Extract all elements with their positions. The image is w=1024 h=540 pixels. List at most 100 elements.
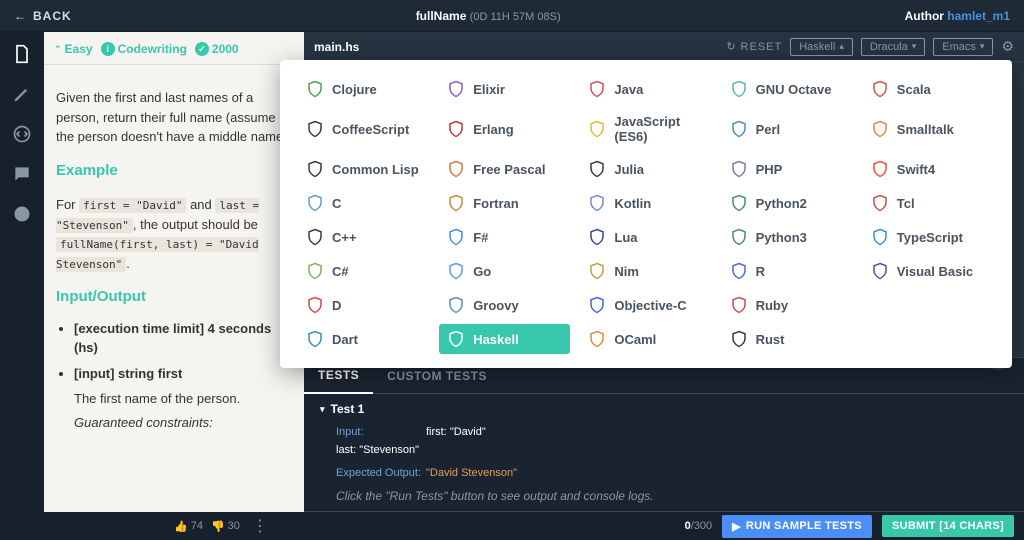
language-shield-icon: [730, 228, 748, 246]
language-label: Smalltalk: [897, 122, 954, 137]
language-shield-icon: [871, 262, 889, 280]
language-option[interactable]: Go: [439, 256, 570, 286]
language-option[interactable]: Rust: [722, 324, 853, 354]
run-tests-button[interactable]: ▶RUN SAMPLE TESTS: [722, 515, 872, 538]
language-shield-icon: [730, 330, 748, 348]
language-option[interactable]: Kotlin: [580, 188, 711, 218]
language-option[interactable]: D: [298, 290, 429, 320]
language-label: Groovy: [473, 298, 519, 313]
language-shield-icon: [306, 228, 324, 246]
info-icon[interactable]: [12, 204, 32, 224]
thumbs-up-icon: 👍: [174, 520, 188, 533]
chat-icon[interactable]: [12, 164, 32, 184]
language-option[interactable]: Dart: [298, 324, 429, 354]
language-option[interactable]: CoffeeScript: [298, 108, 429, 150]
problem-meta: ⌃Easy iCodewriting ✓2000: [44, 32, 304, 65]
language-shield-icon: [871, 120, 889, 138]
author-name[interactable]: hamlet_m1: [947, 9, 1010, 23]
more-menu[interactable]: ⋮: [248, 516, 272, 536]
language-label: Common Lisp: [332, 162, 419, 177]
language-shield-icon: [588, 194, 606, 212]
chevron-down-icon: ▾: [912, 41, 917, 52]
language-select[interactable]: Haskell▴: [790, 38, 853, 56]
gear-icon[interactable]: ⚙: [1001, 38, 1014, 55]
language-option[interactable]: TypeScript: [863, 222, 994, 252]
theme-select[interactable]: Dracula▾: [861, 38, 925, 56]
language-option[interactable]: Common Lisp: [298, 154, 429, 184]
back-button[interactable]: ← BACK: [14, 9, 72, 23]
play-icon: ▶: [732, 520, 741, 533]
expected-value: "David Stevenson": [426, 467, 517, 479]
language-option[interactable]: Erlang: [439, 108, 570, 150]
language-option[interactable]: Haskell: [439, 324, 570, 354]
language-shield-icon: [871, 228, 889, 246]
submit-button[interactable]: SUBMIT [14 CHARS]: [882, 515, 1014, 537]
language-shield-icon: [588, 330, 606, 348]
language-option[interactable]: Tcl: [863, 188, 994, 218]
language-label: F#: [473, 230, 488, 245]
language-dropdown[interactable]: Clojure Elixir Java GNU Octave Scala CoffeeSc…: [280, 60, 1012, 368]
language-option[interactable]: Nim: [580, 256, 711, 286]
language-option[interactable]: Fortran: [439, 188, 570, 218]
language-option[interactable]: Perl: [722, 108, 853, 150]
io-heading: Input/Output: [56, 286, 292, 309]
language-label: C++: [332, 230, 357, 245]
language-option[interactable]: Visual Basic: [863, 256, 994, 286]
reset-button[interactable]: ↻RESET: [726, 40, 782, 53]
language-option[interactable]: Smalltalk: [863, 108, 994, 150]
language-option[interactable]: Python3: [722, 222, 853, 252]
language-shield-icon: [588, 120, 606, 138]
language-label: Free Pascal: [473, 162, 545, 177]
language-shield-icon: [306, 120, 324, 138]
test-header[interactable]: ▾Test 1: [320, 402, 1008, 416]
pencil-icon[interactable]: [12, 84, 32, 104]
language-option[interactable]: OCaml: [580, 324, 711, 354]
language-option[interactable]: GNU Octave: [722, 74, 853, 104]
keymap-select[interactable]: Emacs▾: [933, 38, 993, 56]
io-item-timelimit: [execution time limit] 4 seconds (hs): [74, 319, 292, 358]
language-option[interactable]: PHP: [722, 154, 853, 184]
problem-description: Given the first and last names of a pers…: [56, 88, 292, 147]
language-label: Elixir: [473, 82, 505, 97]
file-icon[interactable]: [12, 44, 32, 64]
language-option[interactable]: Clojure: [298, 74, 429, 104]
language-option[interactable]: R: [722, 256, 853, 286]
language-option[interactable]: C: [298, 188, 429, 218]
code-icon[interactable]: [12, 124, 32, 144]
chevron-down-icon: ▾: [320, 404, 325, 415]
thumbs-down-icon: 👎: [211, 520, 225, 533]
test-hint: Click the "Run Tests" button to see outp…: [320, 483, 1008, 503]
language-option[interactable]: F#: [439, 222, 570, 252]
language-label: Fortran: [473, 196, 519, 211]
language-label: Erlang: [473, 122, 513, 137]
language-shield-icon: [730, 194, 748, 212]
language-option[interactable]: C++: [298, 222, 429, 252]
test-body: Input:first: "David" last: "Stevenson" E…: [320, 416, 1008, 483]
upvote-button[interactable]: 👍74: [174, 520, 203, 533]
language-label: C#: [332, 264, 349, 279]
language-option[interactable]: Free Pascal: [439, 154, 570, 184]
language-label: Haskell: [473, 332, 519, 347]
downvote-button[interactable]: 👎30: [211, 520, 240, 533]
language-label: Python2: [756, 196, 807, 211]
language-label: Clojure: [332, 82, 377, 97]
language-option[interactable]: Elixir: [439, 74, 570, 104]
language-shield-icon: [306, 262, 324, 280]
language-option[interactable]: Lua: [580, 222, 711, 252]
language-option[interactable]: Ruby: [722, 290, 853, 320]
language-option[interactable]: Python2: [722, 188, 853, 218]
language-option[interactable]: Objective-C: [580, 290, 711, 320]
filename: main.hs: [314, 40, 359, 54]
language-label: TypeScript: [897, 230, 963, 245]
language-option[interactable]: Julia: [580, 154, 711, 184]
language-label: Perl: [756, 122, 781, 137]
language-option[interactable]: Scala: [863, 74, 994, 104]
language-option[interactable]: Swift4: [863, 154, 994, 184]
language-option[interactable]: C#: [298, 256, 429, 286]
language-option[interactable]: JavaScript (ES6): [580, 108, 711, 150]
language-option[interactable]: Groovy: [439, 290, 570, 320]
language-label: JavaScript (ES6): [614, 114, 703, 144]
language-option[interactable]: Java: [580, 74, 711, 104]
language-label: Go: [473, 264, 491, 279]
language-label: Lua: [614, 230, 637, 245]
